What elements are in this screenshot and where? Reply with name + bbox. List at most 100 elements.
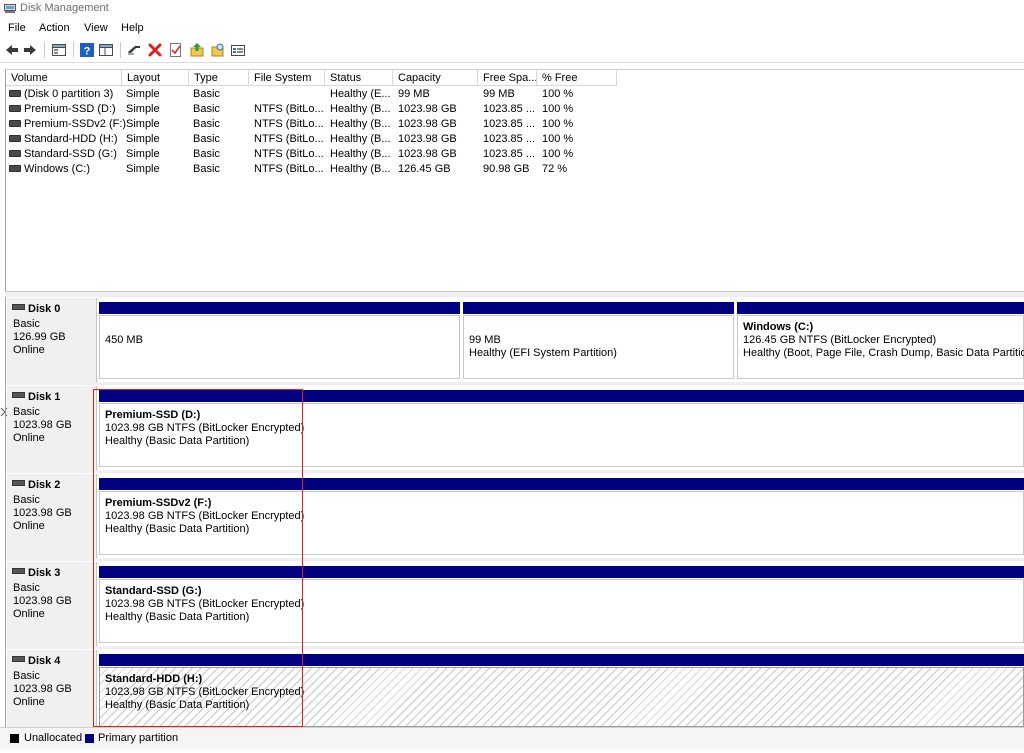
partition-name: Standard-HDD (H:) [105, 673, 203, 685]
partition-status: Healthy (Basic Data Partition) [105, 435, 250, 447]
partition-status: Healthy (Basic Data Partition) [105, 523, 250, 535]
capacity-cell: 1023.98 GB [398, 103, 457, 115]
partition-disk0-recovery[interactable]: 450 MB [99, 315, 460, 379]
free-space-cell: 1023.85 ... [483, 103, 535, 115]
toolbar: ? [0, 38, 1024, 63]
partition-name: Premium-SSD (D:) [105, 409, 201, 421]
drive-icon [9, 89, 21, 97]
column-header-volume[interactable]: Volume [6, 70, 122, 86]
partition-bar [99, 566, 1024, 578]
disk-1-label[interactable]: Disk 1 Basic 1023.98 GB Online [7, 386, 97, 470]
status-cell: Healthy (B... [330, 148, 391, 160]
disk-icon [12, 480, 25, 487]
disk-state: Online [13, 432, 45, 444]
disk-type: Basic [13, 582, 40, 594]
disk-4-label[interactable]: Disk 4 Basic 1023.98 GB Online [7, 650, 97, 727]
table-row[interactable]: Standard-SSD (G:) Simple Basic NTFS (Bit… [6, 147, 626, 162]
window-title: Disk Management [20, 2, 109, 14]
disk-0-label[interactable]: Disk 0 Basic 126.99 GB Online [7, 298, 97, 382]
properties-icon[interactable] [51, 42, 67, 58]
partition-premium-ssdv2-f[interactable]: Premium-SSDv2 (F:) 1023.98 GB NTFS (BitL… [99, 491, 1024, 555]
partition-standard-hdd-h[interactable]: Standard-HDD (H:) 1023.98 GB NTFS (BitLo… [99, 667, 1024, 727]
table-row[interactable]: Windows (C:) Simple Basic NTFS (BitLo...… [6, 162, 626, 177]
table-row[interactable]: (Disk 0 partition 3) Simple Basic Health… [6, 87, 626, 102]
disk-state: Online [13, 696, 45, 708]
table-row[interactable]: Premium-SSDv2 (F:) Simple Basic NTFS (Bi… [6, 117, 626, 132]
disk-icon [12, 392, 25, 399]
table-row[interactable]: Premium-SSD (D:) Simple Basic NTFS (BitL… [6, 102, 626, 117]
column-header-status[interactable]: Status [325, 70, 393, 86]
volume-name: Standard-HDD (H:) [24, 133, 118, 145]
connect-icon[interactable] [126, 42, 142, 58]
back-icon[interactable] [4, 42, 20, 58]
table-row[interactable]: Standard-HDD (H:) Simple Basic NTFS (Bit… [6, 132, 626, 147]
type-cell: Basic [193, 118, 220, 130]
partition-bar [737, 302, 1024, 314]
status-cell: Healthy (B... [330, 103, 391, 115]
partition-bar [99, 302, 460, 314]
capacity-cell: 99 MB [398, 88, 430, 100]
drive-icon [9, 119, 21, 127]
capacity-cell: 126.45 GB [398, 163, 451, 175]
partition-info: 1023.98 GB NTFS (BitLocker Encrypted) [105, 686, 305, 698]
column-header-free-space[interactable]: Free Spa... [478, 70, 537, 86]
capacity-cell: 1023.98 GB [398, 148, 457, 160]
disk-type: Basic [13, 318, 40, 330]
percent-free-cell: 72 % [542, 163, 568, 175]
disk-size: 1023.98 GB [13, 683, 72, 695]
disk-size: 1023.98 GB [13, 507, 72, 519]
drive-icon [9, 164, 21, 172]
free-space-cell: 99 MB [483, 88, 515, 100]
column-header-type[interactable]: Type [189, 70, 249, 86]
layout-cell: Simple [126, 103, 160, 115]
free-space-cell: 90.98 GB [483, 163, 530, 175]
partition-standard-ssd-g[interactable]: Standard-SSD (G:) 1023.98 GB NTFS (BitLo… [99, 579, 1024, 643]
help-icon[interactable]: ? [79, 42, 95, 58]
menu-view[interactable]: View [84, 22, 108, 34]
partition-status: Healthy (EFI System Partition) [469, 347, 617, 359]
drive-icon [9, 104, 21, 112]
disk-name: Disk 0 [28, 303, 61, 315]
disk-2-label[interactable]: Disk 2 Basic 1023.98 GB Online [7, 474, 97, 558]
list-icon[interactable] [230, 42, 246, 58]
disk-3-label[interactable]: Disk 3 Basic 1023.98 GB Online [7, 562, 97, 646]
partition-bar [463, 302, 734, 314]
delete-icon[interactable] [147, 42, 163, 58]
partition-bar [99, 390, 1024, 402]
partition-disk0-efi[interactable]: 99 MB Healthy (EFI System Partition) [463, 315, 734, 379]
forward-icon[interactable] [22, 42, 38, 58]
capacity-cell: 1023.98 GB [398, 133, 457, 145]
partition-windows-c[interactable]: Windows (C:) 126.45 GB NTFS (BitLocker E… [737, 315, 1024, 379]
percent-free-cell: 100 % [542, 118, 574, 130]
partition-bar [99, 654, 1024, 666]
up-icon[interactable] [189, 42, 205, 58]
disk-size: 1023.98 GB [13, 419, 72, 431]
view-icon[interactable] [98, 42, 114, 58]
volume-name: Premium-SSDv2 (F:) [24, 118, 127, 130]
free-space-cell: 1023.85 ... [483, 118, 535, 130]
column-header-capacity[interactable]: Capacity [393, 70, 478, 86]
column-header-layout[interactable]: Layout [122, 70, 189, 86]
volume-name: Premium-SSD (D:) [24, 103, 116, 115]
column-header-percent-free[interactable]: % Free [537, 70, 617, 86]
menu-file[interactable]: File [8, 22, 26, 34]
status-cell: Healthy (B... [330, 163, 391, 175]
partition-size: 450 MB [105, 334, 143, 346]
partition-name: Standard-SSD (G:) [105, 585, 202, 597]
partition-info: 1023.98 GB NTFS (BitLocker Encrypted) [105, 510, 305, 522]
file-system-cell: NTFS (BitLo... [254, 118, 324, 130]
volume-list: Volume Layout Type File System Status Ca… [5, 69, 1024, 292]
type-cell: Basic [193, 163, 220, 175]
menu-help[interactable]: Help [121, 22, 144, 34]
disk-name: Disk 3 [28, 567, 61, 579]
check-icon[interactable] [168, 42, 184, 58]
disk-icon [12, 656, 25, 663]
disk-type: Basic [13, 406, 40, 418]
column-header-file-system[interactable]: File System [249, 70, 325, 86]
search-icon[interactable] [210, 42, 226, 58]
percent-free-cell: 100 % [542, 148, 574, 160]
volume-name: (Disk 0 partition 3) [24, 88, 114, 100]
type-cell: Basic [193, 88, 220, 100]
menu-action[interactable]: Action [39, 22, 70, 34]
partition-premium-ssd-d[interactable]: Premium-SSD (D:) 1023.98 GB NTFS (BitLoc… [99, 403, 1024, 467]
